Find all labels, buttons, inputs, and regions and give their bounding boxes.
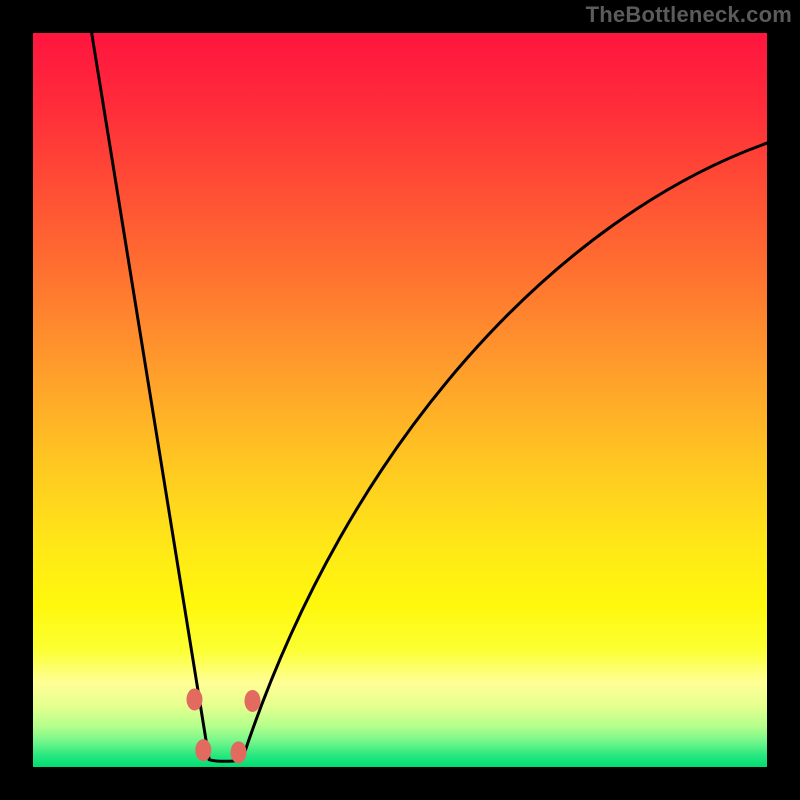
marker-dot-2	[231, 741, 247, 763]
marker-dot-1	[195, 739, 211, 761]
watermark-text: TheBottleneck.com	[586, 2, 792, 28]
marker-dot-0	[186, 688, 202, 710]
plot-area	[33, 33, 767, 767]
marker-dot-3	[244, 690, 260, 712]
outer-frame: TheBottleneck.com	[0, 0, 800, 800]
chart-svg	[33, 33, 767, 767]
gradient-background	[33, 33, 767, 767]
